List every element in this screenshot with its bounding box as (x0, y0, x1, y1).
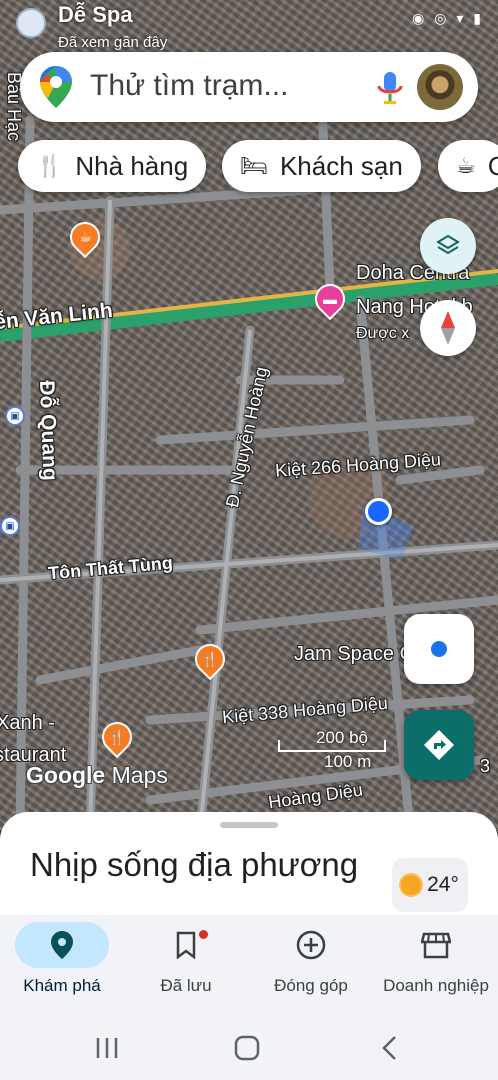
google-maps-logo-icon (40, 66, 72, 108)
chip-hotels[interactable]: 🛏 Khách sạn (222, 140, 421, 192)
chip-coffee-label: C (487, 150, 498, 181)
explore-pin-icon (51, 931, 73, 959)
map-view[interactable]: ễn Văn Linh Đỗ Quang Đ. Nguyễn Hoàng Kiệ… (0, 0, 498, 830)
recent-apps-button[interactable] (92, 1033, 122, 1063)
chip-hotels-label: Khách sạn (279, 150, 403, 181)
directions-icon (424, 730, 454, 760)
hotel-icon: 🛏 (240, 153, 268, 178)
system-status-icons: ◉ ◎ ▾ ▮ (412, 10, 484, 26)
chip-restaurants-label: Nhà hàng (75, 150, 189, 181)
chip-coffee[interactable]: ☕ C (438, 140, 498, 192)
status-bar: Dễ Spa Đã xem gần đây ◉ ◎ ▾ ▮ (0, 0, 498, 51)
sun-icon (401, 875, 422, 895)
explore-bottom-sheet[interactable]: Nhịp sống địa phương 24° (0, 812, 498, 922)
nav-saved[interactable]: Đã lưu (124, 915, 248, 1015)
status-place-name: Dễ Spa (58, 2, 133, 27)
bus-stop-icon[interactable]: ▣ (0, 516, 20, 536)
search-bar[interactable]: Thử tìm trạm... (20, 52, 478, 122)
layers-button[interactable] (420, 218, 476, 274)
map-scale: 200 bộ 100 m (268, 728, 386, 772)
street-label-side-number: 3 (480, 756, 491, 776)
watermark-google: Google (26, 762, 106, 788)
directions-button[interactable] (404, 710, 474, 780)
home-button[interactable] (232, 1033, 262, 1063)
compass-button[interactable] (420, 300, 476, 356)
microphone-icon[interactable] (375, 70, 405, 106)
current-location-dot (365, 498, 392, 525)
weather-badge[interactable]: 24° (392, 858, 468, 912)
system-navigation-bar (0, 1015, 498, 1080)
weather-temperature: 24° (427, 873, 459, 896)
my-location-icon (431, 641, 447, 657)
restaurant-icon: 🍴 (36, 153, 64, 178)
status-recently-viewed: Đã xem gần đây (58, 34, 168, 51)
status-avatar (16, 8, 46, 38)
sheet-title: Nhịp sống địa phương (30, 846, 359, 883)
street-label-do-quang: Đỗ Quang (35, 380, 62, 482)
bookmark-icon (176, 931, 196, 959)
google-maps-watermark: Google Maps (26, 762, 168, 789)
layers-icon (436, 234, 460, 255)
poi-xanh-line1[interactable]: Xanh - (0, 712, 55, 735)
nav-contribute-label: Đóng góp (274, 976, 348, 995)
storefront-icon (421, 932, 451, 959)
chip-restaurants[interactable]: 🍴 Nhà hàng (18, 140, 207, 192)
nav-contribute[interactable]: Đóng góp (249, 915, 373, 1015)
home-icon (234, 1035, 260, 1061)
nav-business-label: Doanh nghiệp (383, 976, 489, 995)
notification-dot (199, 930, 208, 939)
bottom-navigation: Khám phá Đã lưu Đóng góp Doanh nghiệp (0, 915, 498, 1015)
add-circle-icon (296, 930, 326, 960)
bus-stop-icon[interactable]: ▣ (5, 406, 25, 426)
sheet-drag-handle[interactable] (220, 822, 278, 828)
back-chevron-icon (382, 1036, 396, 1060)
watermark-maps: Maps (111, 762, 168, 788)
nav-business[interactable]: Doanh nghiệp (374, 915, 498, 1015)
recent-apps-icon (96, 1038, 118, 1058)
poi-hotel-subtitle: Được x (356, 325, 410, 342)
coffee-icon: ☕ (456, 153, 476, 178)
account-avatar[interactable] (417, 64, 463, 110)
back-button[interactable] (374, 1033, 404, 1063)
scale-meters: 100 m (324, 752, 372, 771)
nav-saved-label: Đã lưu (160, 976, 212, 995)
compass-icon (441, 311, 455, 345)
my-location-button[interactable] (404, 614, 474, 684)
search-input[interactable]: Thử tìm trạm... (90, 69, 288, 103)
nav-explore[interactable]: Khám phá (0, 915, 124, 1015)
nav-explore-label: Khám phá (23, 976, 101, 995)
